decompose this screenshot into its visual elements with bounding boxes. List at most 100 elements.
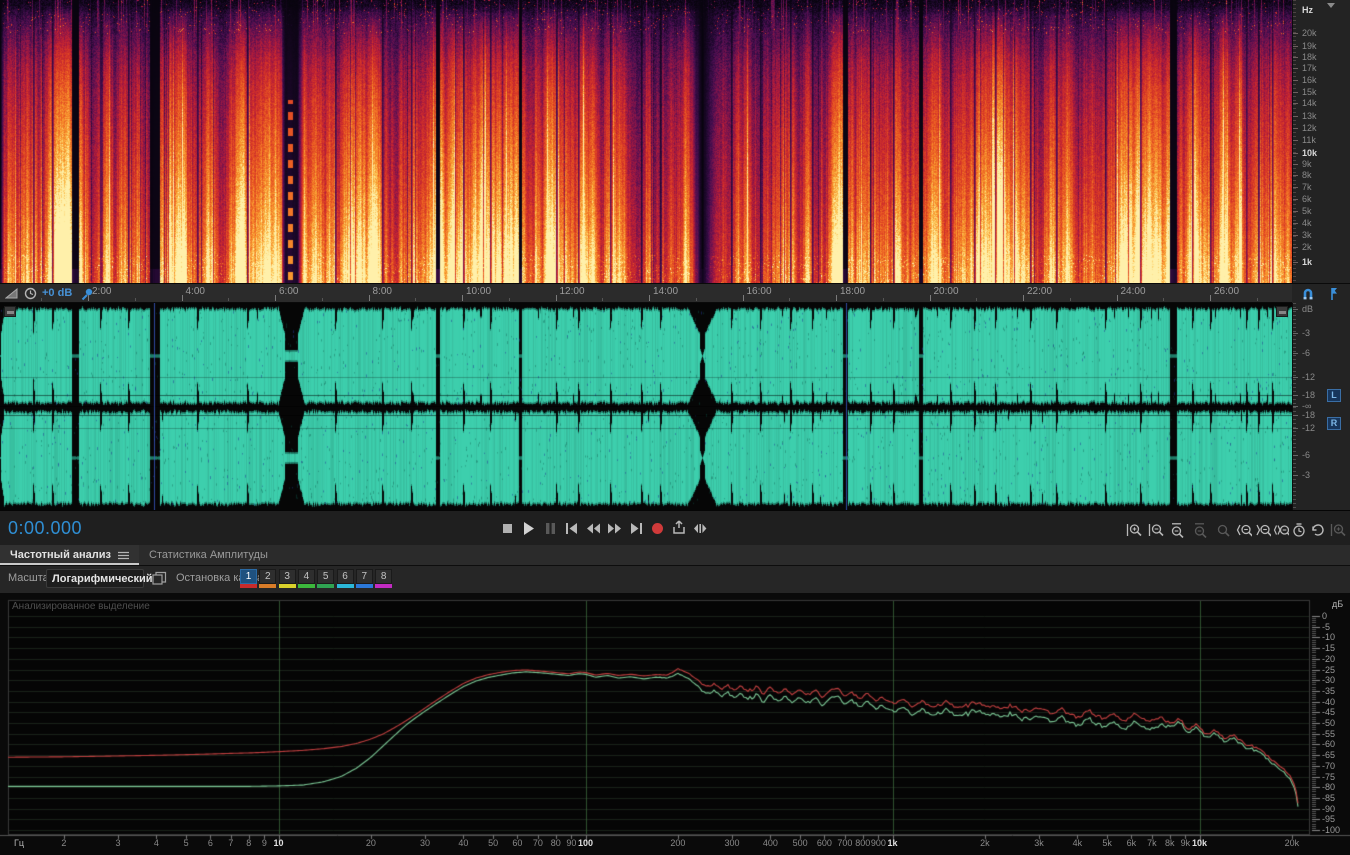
freq-ruler-tick [1293,140,1298,141]
zoom-out-full-button[interactable] [1169,522,1186,539]
timeline-right-tools [1292,284,1350,303]
freq-ruler-label: 13k [1302,111,1317,121]
channel-button-l[interactable]: L [1327,389,1341,402]
panel-menu-arrow-icon[interactable] [1326,2,1336,9]
play-button[interactable] [520,520,538,538]
db-ruler-tick [1293,415,1298,416]
time-ruler[interactable]: +0 dB 2:00 4:00 6:00 8:00 10:00 12:00 14:00 16:… [0,283,1350,303]
x-tick-label: 40 [458,838,469,848]
y-tick-label: -10 [1322,632,1336,643]
time-label: 6:00 [279,286,299,297]
play-icon [524,522,534,535]
freeze-button-2[interactable]: 2 [259,569,277,584]
tab-label: Статистика Амплитуды [149,549,268,561]
zoom-selection-width-button[interactable] [1272,522,1292,539]
zoom-out-full-icon [1171,523,1184,539]
y-tick-label: -95 [1322,814,1336,825]
markers-icon[interactable] [1324,286,1340,301]
zoom-in-right-edge-button[interactable] [1254,522,1272,539]
transport-bar: 0:00.000 [0,510,1350,546]
freq-ruler-tick [1293,153,1298,154]
time-display[interactable]: 0:00.000 [8,518,82,539]
clock-icon[interactable] [24,287,37,300]
freq-ruler-tick [1293,235,1298,236]
x-axis-unit: Гц [14,838,25,848]
zoom-in-time-button[interactable] [1329,522,1346,539]
fast-forward-button[interactable] [606,520,624,538]
loop-playback-icon [672,520,685,534]
zoom-history-button[interactable] [1290,522,1307,539]
skip-selection-button[interactable] [692,520,710,538]
zoom-in-vertical-button[interactable] [1125,522,1142,539]
time-label: 22:00 [1027,286,1053,297]
zoom-reset-button[interactable] [1214,522,1231,539]
freq-ruler-label: 2k [1302,242,1312,252]
freq-ruler-label: 16k [1302,75,1317,85]
gain-value[interactable]: +0 dB [42,287,72,299]
x-tick-label: 7k [1147,838,1157,848]
db-ruler-tick [1293,395,1298,396]
x-tick-label: 80 [550,838,561,848]
time-tick-major [181,295,183,301]
stop-button[interactable] [498,520,516,538]
x-tick-label: 600 [816,838,832,848]
skip-to-start-icon [566,523,577,534]
channel-button-r[interactable]: R [1327,417,1341,430]
y-tick-label: -85 [1322,792,1336,803]
skip-to-start-button[interactable] [563,520,581,538]
y-tick-label: -70 [1322,760,1336,771]
x-tick-label: 500 [792,838,808,848]
tab-frequency-analysis[interactable]: Частотный анализ [0,545,139,565]
zoom-out-vertical-button[interactable] [1147,522,1164,539]
copy-graph-icon[interactable] [152,571,167,586]
time-label: 16:00 [746,286,772,297]
freeze-color-bar [259,584,277,588]
record-button[interactable] [649,520,667,538]
chart-plot [0,593,1350,855]
loop-playback-button[interactable] [670,520,688,538]
y-tick-label: -75 [1322,771,1336,782]
rewind-icon [586,523,600,534]
pause-button[interactable] [541,520,559,538]
spectrogram-display[interactable] [0,0,1292,283]
waveform-display[interactable] [0,303,1292,510]
zoom-in-left-edge-button[interactable] [1235,522,1253,539]
freeze-button-1[interactable]: 1 [240,569,257,584]
time-tick-minor [415,298,417,301]
freeze-button-3[interactable]: 3 [278,569,296,584]
freeze-button-8[interactable]: 8 [375,569,393,584]
db-ruler-tick [1293,406,1298,407]
db-ruler-label: -3 [1302,470,1311,480]
freq-ruler-label: 10k [1302,148,1318,158]
tab-amplitude-statistics[interactable]: Статистика Амплитуды [139,545,278,565]
panel-menu-icon[interactable] [118,551,129,560]
hud-gain-icon[interactable] [4,306,16,317]
freq-ruler-unit: Hz [1302,5,1313,15]
freeze-button-5[interactable]: 5 [317,569,335,584]
freeze-color-bar [317,584,335,588]
panel-tabbar: Частотный анализ Статистика Амплитуды [0,545,1350,566]
skip-to-end-button[interactable] [627,520,645,538]
analysis-controls: Масштаб: Логарифмический Остановка кадра… [0,566,1350,594]
freq-ruler-label: 12k [1302,123,1317,133]
time-label: 10:00 [466,286,492,297]
freq-ruler-label: 11k [1302,135,1316,145]
time-tick-major [649,295,650,301]
db-ruler-label: -18 [1302,410,1316,420]
time-label: 20:00 [933,286,959,297]
zoom-selection-width-icon [1273,525,1292,538]
db-ruler-tick [1293,377,1298,378]
snap-icon[interactable] [1300,286,1316,301]
zoom-to-selection-button[interactable] [1192,522,1209,539]
x-tick-label: 2 [61,838,67,848]
zoom-revert-button[interactable] [1309,522,1326,539]
rewind-button[interactable] [584,520,602,538]
freeze-button-4[interactable]: 4 [297,569,315,584]
waveform-menu-icon[interactable] [1276,306,1288,317]
freeze-button-7[interactable]: 7 [355,569,373,584]
scale-dropdown[interactable]: Логарифмический [46,569,153,588]
time-label: 14:00 [653,286,679,297]
time-tick-major [1210,295,1211,301]
volume-envelope-icon[interactable] [5,286,19,300]
freeze-button-6[interactable]: 6 [336,569,354,584]
